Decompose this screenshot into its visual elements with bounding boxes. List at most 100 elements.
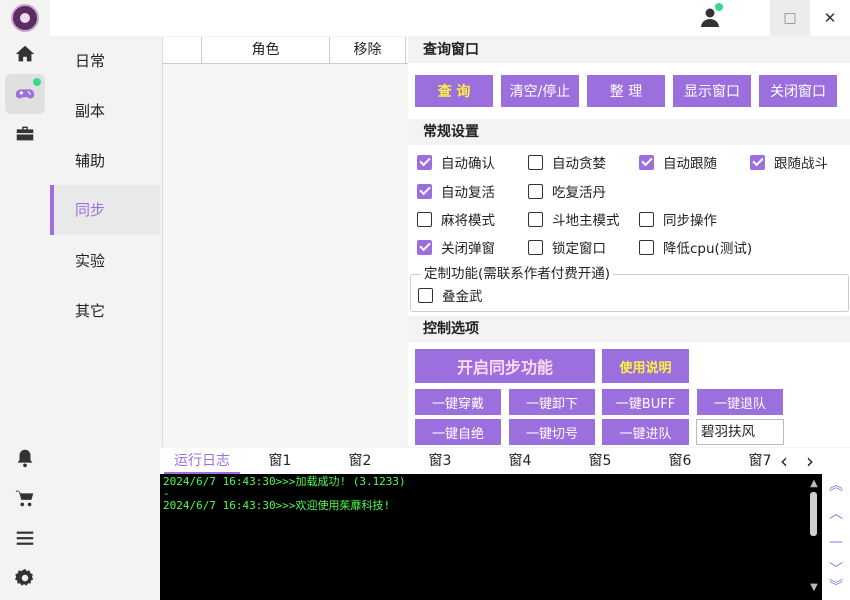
app-logo <box>11 4 39 32</box>
unequip-all-button[interactable]: 一键卸下 <box>509 389 595 415</box>
checkbox-mahjong-mode[interactable]: 麻将模式 <box>417 208 495 230</box>
control-panel: 查询窗口 查 询 清空/停止 整 理 显示窗口 关闭窗口 常规设置 自动确认 自… <box>408 37 850 447</box>
log-scrollbar[interactable]: ▲ ▼ <box>807 476 821 598</box>
log-line: 2024/6/7 16:43:30>>>欢迎使用茱蘼科技! <box>163 499 391 512</box>
menu-icon[interactable] <box>5 518 45 558</box>
tab-window-2[interactable]: 窗2 <box>330 448 390 474</box>
side-nav: 日常 副本 辅助 同步 实验 其它 <box>50 36 160 600</box>
checkbox-box[interactable] <box>417 154 432 170</box>
tab-window-5[interactable]: 窗5 <box>570 448 630 474</box>
checkbox-box[interactable] <box>528 154 543 170</box>
checkbox-box[interactable] <box>528 211 543 227</box>
log-output: 2024/6/7 16:43:30>>>加载成功! (3.1233) - 202… <box>160 474 822 600</box>
checkbox-box[interactable] <box>418 287 433 303</box>
checkbox-box[interactable] <box>417 239 432 255</box>
join-team-button[interactable]: 一键进队 <box>602 419 689 445</box>
help-button[interactable]: 使用说明 <box>602 349 689 383</box>
scroll-up-icon[interactable]: ▲ <box>808 478 820 489</box>
settings-icon[interactable] <box>5 558 45 598</box>
arrange-button[interactable]: 整 理 <box>587 75 665 107</box>
tab-window-3[interactable]: 窗3 <box>410 448 470 474</box>
checkbox-label: 自动复活 <box>441 185 495 201</box>
nav-item-assist[interactable]: 辅助 <box>50 136 160 186</box>
tab-run-log[interactable]: 运行日志 <box>164 448 240 474</box>
query-button[interactable]: 查 询 <box>415 75 493 107</box>
scroll-down-icon[interactable]: ▼ <box>808 582 820 593</box>
checkbox-follow-battle[interactable]: 跟随战斗 <box>750 151 828 173</box>
nav-item-experiment[interactable]: 实验 <box>50 236 160 286</box>
checkbox-close-popup[interactable]: 关闭弹窗 <box>417 236 495 258</box>
checkbox-auto-confirm[interactable]: 自动确认 <box>417 151 495 173</box>
checkbox-label: 麻将模式 <box>441 213 495 229</box>
checkbox-label: 自动贪婪 <box>552 156 606 172</box>
general-section-header: 常规设置 <box>408 119 850 145</box>
column-header-remove[interactable]: 移除 <box>330 37 406 64</box>
scroll-top-icon[interactable]: ︽ <box>829 479 843 493</box>
leave-team-button[interactable]: 一键退队 <box>697 389 783 415</box>
equip-all-button[interactable]: 一键穿戴 <box>415 389 501 415</box>
checkbox-label: 斗地主模式 <box>552 213 620 229</box>
show-window-button[interactable]: 显示窗口 <box>673 75 751 107</box>
title-bar: □ ✕ <box>50 0 850 36</box>
clear-stop-button[interactable]: 清空/停止 <box>501 75 579 107</box>
checkbox-landlord-mode[interactable]: 斗地主模式 <box>528 208 620 230</box>
bell-icon[interactable] <box>5 438 45 478</box>
column-header-role[interactable]: 角色 <box>202 37 330 64</box>
log-side-tools: ︽ ︿ — ﹀ ︾ <box>822 474 850 600</box>
checkbox-label: 同步操作 <box>663 213 717 229</box>
checkbox-box[interactable] <box>639 154 654 170</box>
toolbox-icon[interactable] <box>5 114 45 154</box>
nav-item-sync[interactable]: 同步 <box>50 185 160 235</box>
collapse-icon[interactable]: — <box>829 535 843 549</box>
checkbox-box[interactable] <box>417 183 432 199</box>
nav-item-daily[interactable]: 日常 <box>50 36 160 86</box>
checkbox-label: 关闭弹窗 <box>441 241 495 257</box>
user-icon[interactable] <box>698 3 723 29</box>
checkbox-label: 叠金武 <box>442 289 483 305</box>
log-tabs: 运行日志 窗1 窗2 窗3 窗4 窗5 窗6 窗7 ‹ › <box>160 448 850 474</box>
character-name-field[interactable]: 碧羽扶风 <box>696 419 784 445</box>
checkbox-sync-operation[interactable]: 同步操作 <box>639 208 717 230</box>
switch-account-button[interactable]: 一键切号 <box>509 419 595 445</box>
checkbox-box[interactable] <box>639 211 654 227</box>
tab-window-6[interactable]: 窗6 <box>650 448 710 474</box>
checkbox-box[interactable] <box>750 154 765 170</box>
online-status-dot <box>33 78 41 86</box>
table-header: 角色 移除 <box>163 37 408 64</box>
checkbox-auto-follow[interactable]: 自动跟随 <box>639 151 717 173</box>
tab-prev-icon[interactable]: ‹ <box>780 448 788 474</box>
self-destruct-button[interactable]: 一键自绝 <box>415 419 501 445</box>
checkbox-box[interactable] <box>528 183 543 199</box>
checkbox-label: 自动跟随 <box>663 156 717 172</box>
nav-item-other[interactable]: 其它 <box>50 286 160 336</box>
page-down-icon[interactable]: ﹀ <box>829 563 843 577</box>
page-up-icon[interactable]: ︿ <box>829 507 843 521</box>
checkbox-eat-revive-pill[interactable]: 吃复活丹 <box>528 180 606 202</box>
checkbox-lock-window[interactable]: 锁定窗口 <box>528 236 606 258</box>
buff-all-button[interactable]: 一键BUFF <box>602 389 689 415</box>
tab-window-4[interactable]: 窗4 <box>490 448 550 474</box>
gamepad-icon[interactable] <box>5 74 45 114</box>
tab-window-1[interactable]: 窗1 <box>250 448 310 474</box>
checkbox-label: 锁定窗口 <box>552 241 606 257</box>
home-icon[interactable] <box>5 34 45 74</box>
start-sync-button[interactable]: 开启同步功能 <box>415 349 595 383</box>
query-section-header: 查询窗口 <box>408 37 850 63</box>
close-window-button[interactable]: 关闭窗口 <box>759 75 837 107</box>
checkbox-auto-revive[interactable]: 自动复活 <box>417 180 495 202</box>
cart-icon[interactable] <box>5 478 45 518</box>
maximize-button[interactable]: □ <box>770 0 810 36</box>
checkbox-box[interactable] <box>417 211 432 227</box>
nav-item-dungeon[interactable]: 副本 <box>50 86 160 136</box>
custom-feature-group: 定制功能(需联系作者付费开通) 叠金武 <box>410 267 849 312</box>
close-button[interactable]: ✕ <box>810 0 850 36</box>
checkbox-label: 吃复活丹 <box>552 185 606 201</box>
checkbox-low-cpu[interactable]: 降低cpu(测试) <box>639 236 752 258</box>
scroll-bottom-icon[interactable]: ︾ <box>829 580 843 594</box>
checkbox-box[interactable] <box>639 239 654 255</box>
checkbox-box[interactable] <box>528 239 543 255</box>
tab-next-icon[interactable]: › <box>806 448 814 474</box>
checkbox-auto-greedy[interactable]: 自动贪婪 <box>528 151 606 173</box>
scroll-thumb[interactable] <box>810 492 817 536</box>
checkbox-stack-gold-weapon[interactable]: 叠金武 <box>418 284 483 306</box>
